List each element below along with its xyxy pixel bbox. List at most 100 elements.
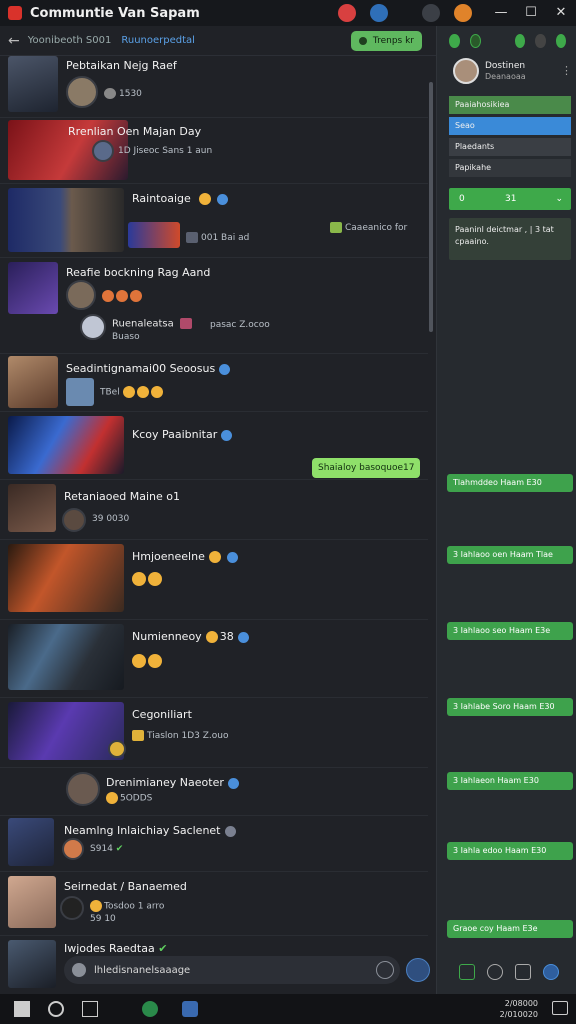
message-meta: 1D Jiseoc Sans 1 aun	[118, 146, 212, 156]
reply-bubble[interactable]: 3 Iahlaoo oen Haam Tlae	[447, 546, 573, 564]
status-select[interactable]: 0 31 ⌄	[449, 188, 571, 210]
reply-bubble[interactable]: Tlahmddeo Haam E30	[447, 474, 573, 492]
title-bar: Communtie Van Sapam — ☐ ✕	[0, 0, 576, 26]
header-action-button[interactable]: Trenps kr	[350, 31, 422, 51]
more-options-icon[interactable]: ⋮	[561, 64, 572, 77]
chip-icon	[186, 232, 198, 243]
message-side-note-text: Caaeanico for	[345, 223, 408, 233]
emoji-icon	[106, 792, 118, 804]
minimize-button[interactable]: —	[486, 0, 516, 26]
app-logo-icon	[8, 6, 22, 20]
message-row[interactable]: Hmjoeneelne	[0, 540, 428, 620]
tab-1[interactable]: Seao	[449, 117, 571, 135]
message-row[interactable]: Seirnedat / Banaemed Tosdoo 1 arro 59 10	[0, 872, 428, 936]
d-icon[interactable]	[535, 34, 546, 48]
message-meta: S914 ✔	[90, 844, 123, 854]
send-button[interactable]	[406, 958, 430, 982]
call-icon[interactable]	[555, 34, 566, 48]
link-icon[interactable]	[469, 34, 481, 48]
chip-icon	[132, 730, 144, 741]
emoji-icon	[148, 572, 162, 586]
reply-bubble[interactable]: 3 Iahla edoo Haam E30	[447, 842, 573, 860]
message-title: Drenimianey Naeoter	[106, 776, 239, 789]
app-taskbar-icon[interactable]	[182, 1001, 198, 1017]
game-icon[interactable]	[514, 34, 525, 48]
avatar	[66, 772, 100, 806]
message-composer[interactable]	[64, 956, 400, 984]
clock-icon[interactable]	[376, 961, 394, 979]
user-icon[interactable]	[459, 964, 475, 980]
message-row[interactable]: Numienneoy 38	[0, 620, 428, 698]
avatar	[66, 280, 96, 310]
side-panel-footer	[459, 964, 571, 980]
reply-bubble[interactable]: 3 Iahlaoo seo Haam E3e	[447, 622, 573, 640]
reply-meta: pasac Z.ocoo	[210, 320, 270, 330]
message-row[interactable]: Rrenlian Oen Majan Day 1D Jiseoc Sans 1 …	[0, 118, 428, 184]
message-meta: Tiaslon 1D3 Z.ouo	[132, 730, 228, 741]
verified-icon	[221, 429, 233, 441]
chat-icon[interactable]	[370, 4, 388, 22]
browser-icon[interactable]	[142, 1001, 158, 1017]
tab-3[interactable]: Papikahe	[449, 159, 571, 177]
message-thumbnail	[8, 416, 124, 474]
settings-icon[interactable]	[543, 964, 559, 980]
chat-scrollbar[interactable]	[429, 82, 433, 332]
message-meta-text: 001 Bai ad	[201, 233, 250, 243]
profile-avatar[interactable]	[453, 58, 479, 84]
start-icon[interactable]	[14, 1001, 30, 1017]
message-row[interactable]: Pebtaikan Nejg Raef 1530	[0, 56, 428, 118]
task-view-icon[interactable]	[82, 1001, 98, 1017]
emoji-icon	[205, 631, 218, 643]
back-arrow-icon[interactable]: ←	[8, 33, 20, 49]
message-row[interactable]: Reafie bockning Rag Aand Ruenaleatsa pas…	[0, 258, 428, 354]
message-thumbnail	[8, 56, 58, 112]
verified-icon	[237, 631, 249, 643]
reply-bubble[interactable]: Graoe coy Haam E3e	[447, 920, 573, 938]
taskbar-clock[interactable]: 2/08000 2/010020	[500, 998, 538, 1020]
status-icon[interactable]	[449, 34, 460, 48]
calendar-icon[interactable]	[515, 964, 531, 980]
emoji-icon	[150, 386, 163, 398]
message-row[interactable]: Raintoaige 001 Bai ad Caaeanico for	[0, 184, 428, 258]
chevron-down-icon: ⌄	[555, 194, 563, 204]
fire-icon[interactable]	[454, 4, 472, 22]
search-icon[interactable]	[48, 1001, 64, 1017]
message-title: Reafie bockning Rag Aand	[66, 266, 211, 279]
message-title-text: Kcoy Paaibnitar	[132, 428, 218, 441]
message-title-text: Raintoaige	[132, 192, 191, 205]
record-icon[interactable]	[338, 4, 356, 22]
emoji-picker-icon[interactable]	[72, 963, 86, 977]
message-thumbnail	[8, 818, 54, 866]
message-meta-text: 38	[219, 630, 234, 643]
message-row[interactable]: Neamlng Inlaichiay Saclenet S914 ✔	[0, 816, 428, 872]
message-meta-text: TBel	[100, 387, 120, 398]
message-reactions	[132, 654, 164, 668]
reply-bubble[interactable]: 3 Iahlabe Soro Haam E30	[447, 698, 573, 716]
reply-bubble[interactable]: 3 Iahlaeon Haam E30	[447, 772, 573, 790]
message-row[interactable]: Seadintignamai00 Seoosus TBel	[0, 354, 428, 412]
tab-2[interactable]: Plaedants	[449, 138, 571, 156]
info-note: Paaninl deictmar , | 3 tat cpaaino.	[449, 218, 571, 260]
sent-message-bubble[interactable]: Shaialoy basoquoe17	[312, 458, 421, 478]
clock-time: 2/08000	[504, 999, 538, 1008]
message-title: Seadintignamai00 Seoosus	[66, 362, 231, 375]
message-input[interactable]	[94, 964, 364, 976]
message-row[interactable]: Cegoniliart Tiaslon 1D3 Z.ouo	[0, 698, 428, 768]
gamepad-icon[interactable]	[422, 4, 440, 22]
pill-dot-icon	[358, 36, 367, 45]
tab-0[interactable]: Paaiahosikiea	[449, 96, 571, 114]
message-row[interactable]: Drenimianey Naeoter 5ODDS	[0, 768, 428, 816]
clock-icon[interactable]	[487, 964, 503, 980]
close-button[interactable]: ✕	[546, 0, 576, 26]
message-meta-text: 5ODDS	[120, 793, 153, 804]
chat-header-link[interactable]: Ruunoerpedtal	[121, 35, 195, 46]
title-bar-icons: — ☐ ✕	[338, 0, 576, 26]
verified-icon	[227, 777, 239, 789]
message-title-text: Numienneoy	[132, 630, 202, 643]
emoji-icon	[198, 193, 211, 205]
notification-icon[interactable]	[552, 1001, 568, 1015]
maximize-button[interactable]: ☐	[516, 0, 546, 26]
message-row[interactable]: Kcoy Paaibnitar Shaialoy basoquoe17	[0, 412, 428, 480]
message-row[interactable]: Retaniaoed Maine o1 39 0030	[0, 480, 428, 540]
clock-icon	[104, 88, 116, 99]
